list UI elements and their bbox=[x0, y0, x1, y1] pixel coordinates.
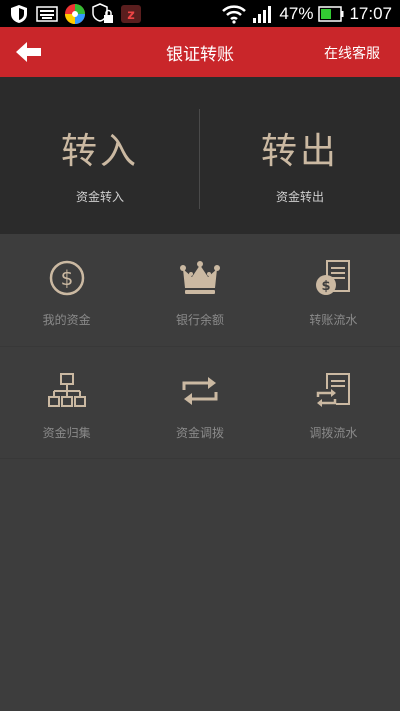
svg-text:$: $ bbox=[322, 279, 331, 294]
function-grid: $ 我的资金 银行余额 $ 转账流水 资金归集 资金调拨 调拨流水 bbox=[0, 234, 400, 459]
online-service-button[interactable]: 在线客服 bbox=[324, 43, 380, 63]
grid-label: 资金归集 bbox=[42, 426, 91, 440]
document-swap-icon bbox=[313, 371, 353, 411]
fund-allocation-button[interactable]: 资金调拨 bbox=[133, 347, 266, 458]
wifi-icon bbox=[221, 4, 247, 24]
status-bar: z 47% 17:07 bbox=[0, 0, 400, 27]
lock-shield-icon bbox=[92, 2, 114, 24]
hierarchy-icon bbox=[47, 371, 87, 411]
grid-row: 资金归集 资金调拨 调拨流水 bbox=[0, 347, 400, 459]
transfer-in-title: 转入 bbox=[60, 131, 139, 172]
svg-text:$: $ bbox=[60, 266, 73, 290]
dollar-coin-icon: $ bbox=[47, 258, 87, 298]
swap-arrows-icon bbox=[180, 371, 220, 411]
transfer-panel: 转入 资金转入 转出 资金转出 bbox=[0, 77, 400, 234]
back-button[interactable] bbox=[14, 40, 44, 64]
app-header: 银证转账 在线客服 bbox=[0, 27, 400, 77]
grid-label: 转账流水 bbox=[309, 313, 358, 327]
keyboard-icon bbox=[36, 4, 58, 24]
shield-icon bbox=[8, 4, 30, 24]
transfer-out-title: 转出 bbox=[260, 131, 339, 172]
status-right-icons: 47% 17:07 bbox=[221, 4, 400, 24]
fund-collection-button[interactable]: 资金归集 bbox=[0, 347, 133, 458]
my-funds-button[interactable]: $ 我的资金 bbox=[0, 234, 133, 346]
allocation-history-button[interactable]: 调拨流水 bbox=[267, 347, 400, 458]
z-icon: z bbox=[120, 4, 142, 24]
pinwheel-icon bbox=[64, 3, 86, 24]
crown-icon bbox=[179, 258, 220, 298]
bank-balance-button[interactable]: 银行余额 bbox=[133, 234, 266, 346]
grid-label: 资金调拨 bbox=[175, 426, 224, 440]
battery-percent: 47% bbox=[279, 3, 314, 23]
grid-label: 调拨流水 bbox=[309, 426, 358, 440]
grid-row: $ 我的资金 银行余额 $ 转账流水 bbox=[0, 234, 400, 347]
grid-label: 我的资金 bbox=[42, 313, 91, 327]
document-dollar-icon: $ bbox=[313, 258, 353, 298]
transfer-in-subtitle: 资金转入 bbox=[75, 190, 124, 204]
transfer-out-button[interactable]: 转出 资金转出 bbox=[200, 77, 400, 234]
svg-text:z: z bbox=[127, 8, 135, 23]
battery-icon bbox=[318, 4, 344, 24]
transfer-divider bbox=[199, 109, 200, 209]
grid-label: 银行余额 bbox=[175, 313, 224, 327]
clock: 17:07 bbox=[349, 3, 392, 23]
transfer-history-button[interactable]: $ 转账流水 bbox=[267, 234, 400, 346]
back-arrow-icon bbox=[16, 42, 41, 62]
transfer-out-subtitle: 资金转出 bbox=[275, 190, 324, 204]
signal-icon bbox=[252, 4, 274, 24]
transfer-in-button[interactable]: 转入 资金转入 bbox=[0, 77, 200, 234]
status-left-icons: z bbox=[0, 2, 142, 24]
